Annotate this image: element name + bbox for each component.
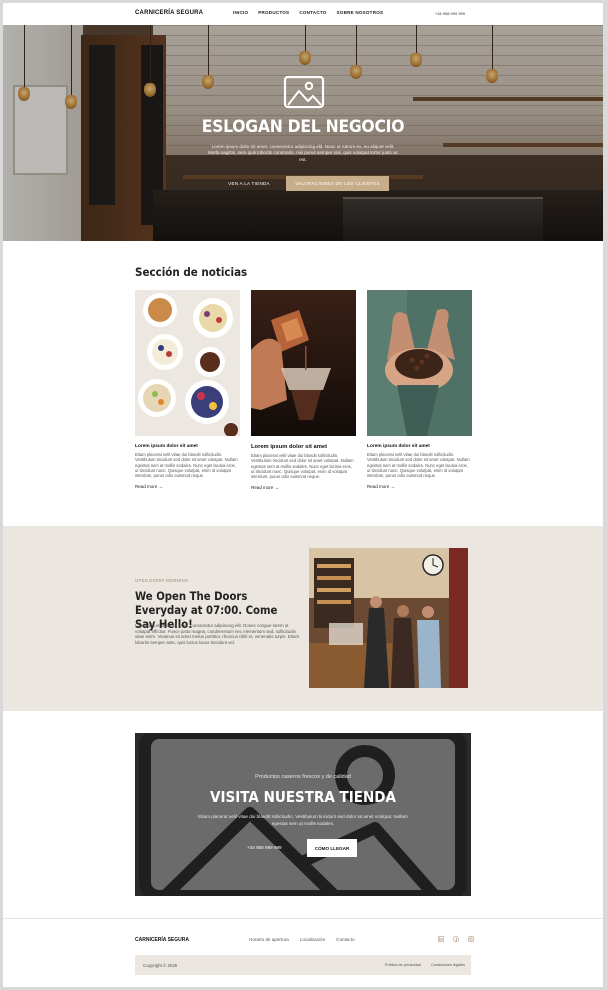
- hero-text: Lorem ipsum dolor sit amet, consectetur …: [208, 144, 398, 162]
- read-more-link[interactable]: Read more →: [135, 484, 240, 489]
- legal-conditions-link[interactable]: Condiciones legales: [431, 963, 465, 967]
- news-card-body: Etiam placerat velit vitae dui blandit s…: [251, 453, 354, 480]
- nav-item-contacto[interactable]: CONTACTO: [299, 10, 326, 15]
- open-body: Lorem ipsum dolor sit amet, consectetur …: [135, 623, 300, 645]
- news-card-title[interactable]: Lorem ipsum dolor sit amet: [251, 444, 356, 450]
- brand-logo[interactable]: CARNICERÍA SEGURA: [135, 10, 203, 16]
- news-card-body: Etiam placerat velit vitae dui blandit s…: [367, 452, 470, 479]
- news-card-image[interactable]: [367, 290, 472, 436]
- site-header: CARNICERÍA SEGURA INICIO PRODUCTOS CONTA…: [3, 3, 603, 25]
- visit-store-button[interactable]: VEN A LA TIENDA: [220, 176, 278, 191]
- news-card-image[interactable]: [135, 290, 240, 436]
- news-card-body: Etiam placerat velit vitae dui blandit s…: [135, 452, 238, 479]
- cafe-interior-image: [309, 548, 468, 688]
- facebook-icon[interactable]: [452, 935, 459, 942]
- privacy-policy-link[interactable]: Política de privacidad: [385, 963, 421, 967]
- legal-links: Política de privacidad Condiciones legal…: [385, 963, 465, 967]
- footer-link-hours[interactable]: Horario de apertura: [249, 937, 289, 942]
- hero-section: ESLOGAN DEL NEGOCIO Lorem ipsum dolor si…: [3, 25, 603, 241]
- news-card: Lorem ipsum dolor sit amet Etiam placera…: [251, 290, 356, 490]
- social-links: [437, 935, 474, 942]
- nav-item-sobre-nosotros[interactable]: SOBRE NOSOTROS: [337, 10, 384, 15]
- news-card-image[interactable]: [251, 290, 356, 436]
- visit-text: Etiam placerat velit vitae dui blandit s…: [198, 814, 408, 826]
- coffee-pour-illustration: [251, 290, 356, 436]
- visit-store-banner: Productos caseros frescos y de calidad V…: [135, 733, 471, 896]
- coffee-beans-hands-illustration: [367, 290, 472, 436]
- hero-title: ESLOGAN DEL NEGOCIO: [201, 117, 405, 137]
- news-card: Lorem ipsum dolor sit amet Etiam placera…: [367, 290, 472, 489]
- copyright: Copyright © 2025: [143, 962, 178, 968]
- nav-item-productos[interactable]: PRODUCTOS: [258, 10, 289, 15]
- footer-divider: [3, 918, 603, 919]
- food-bowls-illustration: [135, 290, 240, 436]
- directions-button[interactable]: CÓMO LLEGAR: [307, 839, 357, 857]
- main-nav: INICIO PRODUCTOS CONTACTO SOBRE NOSOTROS: [233, 10, 383, 15]
- visit-subtitle: Productos caseros frescos y de calidad: [255, 774, 351, 780]
- news-card-title[interactable]: Lorem ipsum dolor sit amet: [367, 444, 472, 449]
- open-kicker: OPEN EVERY MORNING: [135, 578, 189, 583]
- visit-title: VISITA NUESTRA TIENDA: [210, 788, 396, 806]
- news-card: Lorem ipsum dolor sit amet Etiam placera…: [135, 290, 240, 489]
- footer-bottom-bar: Copyright © 2025 Política de privacidad …: [135, 955, 471, 975]
- footer-link-contact[interactable]: Contacto: [336, 937, 354, 942]
- page: CARNICERÍA SEGURA INICIO PRODUCTOS CONTA…: [3, 3, 603, 987]
- cafe-interior-illustration: [309, 548, 468, 688]
- opening-hours-section: [3, 526, 603, 711]
- reviews-button[interactable]: VALORACIONES DE LOS CLIENTES: [286, 176, 389, 191]
- instagram-icon[interactable]: [467, 935, 474, 942]
- linkedin-icon[interactable]: [437, 935, 444, 942]
- footer-link-location[interactable]: Localización: [300, 937, 325, 942]
- image-placeholder-icon: [283, 75, 325, 109]
- news-section-title: Sección de noticias: [135, 265, 248, 279]
- footer-brand[interactable]: CARNICERÍA SEGURA: [135, 937, 189, 943]
- read-more-link[interactable]: Read more →: [251, 485, 356, 490]
- header-phone[interactable]: +34 958 999 999: [435, 11, 465, 16]
- nav-item-inicio[interactable]: INICIO: [233, 10, 248, 15]
- news-card-title[interactable]: Lorem ipsum dolor sit amet: [135, 444, 240, 449]
- footer-links: Horario de apertura Localización Contact…: [249, 937, 355, 942]
- visit-phone[interactable]: +34 958 999 999: [247, 845, 282, 850]
- read-more-link[interactable]: Read more →: [367, 484, 472, 489]
